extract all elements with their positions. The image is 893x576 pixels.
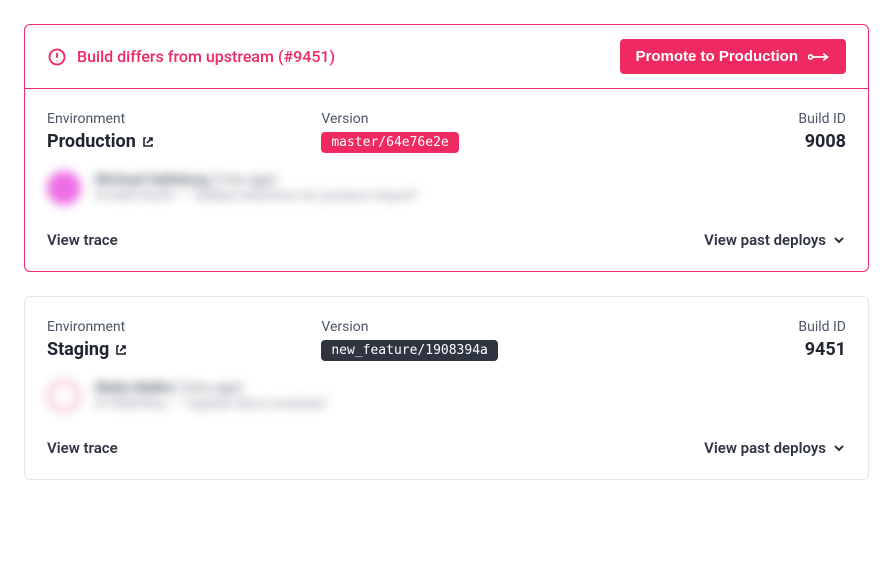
build-id-value: 9008 <box>646 131 846 152</box>
build-col: Build ID 9008 <box>646 111 846 153</box>
version-tag: new_feature/1908394a <box>321 340 498 361</box>
info-row: Environment Staging Version new_feature/… <box>47 319 846 361</box>
avatar <box>47 171 81 205</box>
build-col: Build ID 9451 <box>646 319 846 361</box>
env-name-text: Production <box>47 131 136 152</box>
avatar <box>47 379 81 413</box>
env-name-link[interactable]: Staging <box>47 339 127 360</box>
commit-top: Malte Møller (1mo ago) <box>95 380 846 396</box>
view-past-label: View past deploys <box>704 231 826 249</box>
card-body: Environment Staging Version new_feature/… <box>25 297 868 479</box>
card-actions: View trace View past deploys <box>47 231 846 249</box>
commit-author: Michael Hylleberg <box>95 172 209 188</box>
env-label: Environment <box>47 111 297 127</box>
commit-time: (1mo ago) <box>212 172 277 188</box>
build-label: Build ID <box>646 319 846 335</box>
commit-hash: #1e8476e24 <box>95 188 174 204</box>
view-trace-link[interactable]: View trace <box>47 439 118 457</box>
commit-info: Malte Møller (1mo ago) #190839ea — "Upda… <box>47 379 846 413</box>
alert-message: Build differs from upstream (#9451) <box>47 47 335 67</box>
commit-top: Michael Hylleberg (1mo ago) <box>95 172 846 188</box>
version-col: Version new_feature/1908394a <box>321 319 621 361</box>
chevron-down-icon <box>832 441 846 455</box>
commit-meta: Malte Møller (1mo ago) #190839ea — "Upda… <box>95 380 846 412</box>
view-trace-label: View trace <box>47 231 118 249</box>
commit-msg: "Update deco-modules" <box>184 396 329 412</box>
promote-button-label: Promote to Production <box>636 48 799 65</box>
external-link-icon <box>115 344 127 356</box>
env-name-link[interactable]: Production <box>47 131 154 152</box>
env-name-text: Staging <box>47 339 109 360</box>
commit-meta: Michael Hylleberg (1mo ago) #1e8476e24 —… <box>95 172 846 204</box>
promote-arrow-icon <box>808 52 830 62</box>
commit-bottom: #190839ea — "Update deco-modules" <box>95 396 846 412</box>
commit-info: Michael Hylleberg (1mo ago) #1e8476e24 —… <box>47 171 846 205</box>
version-col: Version master/64e76e2e <box>321 111 621 153</box>
env-card-production: Build differs from upstream (#9451) Prom… <box>24 24 869 272</box>
version-label: Version <box>321 319 621 335</box>
alert-bar: Build differs from upstream (#9451) Prom… <box>25 25 868 89</box>
alert-text: Build differs from upstream (#9451) <box>77 47 335 66</box>
info-row: Environment Production Version master/64… <box>47 111 846 153</box>
chevron-down-icon <box>832 233 846 247</box>
card-actions: View trace View past deploys <box>47 439 846 457</box>
promote-button[interactable]: Promote to Production <box>620 39 847 74</box>
version-label: Version <box>321 111 621 127</box>
version-tag: master/64e76e2e <box>321 132 458 153</box>
view-past-deploys-link[interactable]: View past deploys <box>704 231 846 249</box>
env-col: Environment Staging <box>47 319 297 361</box>
commit-time: (1mo ago) <box>178 380 243 396</box>
commit-msg: "Added reference for product import" <box>191 188 419 204</box>
view-past-label: View past deploys <box>704 439 826 457</box>
build-id-value: 9451 <box>646 339 846 360</box>
env-col: Environment Production <box>47 111 297 153</box>
view-past-deploys-link[interactable]: View past deploys <box>704 439 846 457</box>
env-card-staging: Environment Staging Version new_feature/… <box>24 296 869 480</box>
card-body: Environment Production Version master/64… <box>25 89 868 271</box>
warning-circle-icon <box>47 47 67 67</box>
view-trace-link[interactable]: View trace <box>47 231 118 249</box>
build-label: Build ID <box>646 111 846 127</box>
commit-hash: #190839ea <box>95 396 166 412</box>
view-trace-label: View trace <box>47 439 118 457</box>
commit-author: Malte Møller <box>95 380 174 396</box>
env-label: Environment <box>47 319 297 335</box>
external-link-icon <box>142 136 154 148</box>
commit-bottom: #1e8476e24 — "Added reference for produc… <box>95 188 846 204</box>
